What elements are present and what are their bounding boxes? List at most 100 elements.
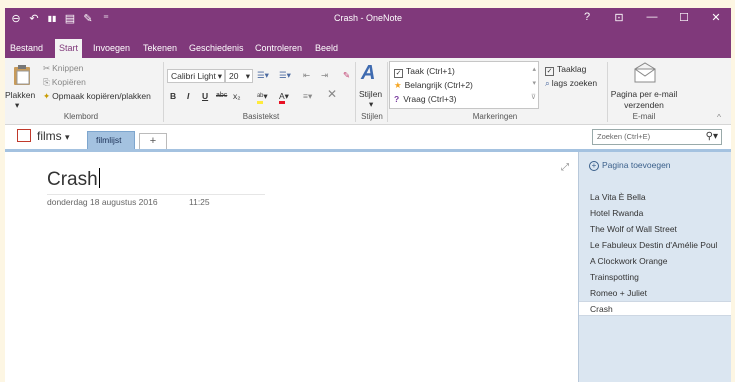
cut-button[interactable]: ✂ Knippen <box>43 62 83 74</box>
notebook-name: films <box>37 129 62 143</box>
font-name-dropdown[interactable]: Calibri Light ▾ <box>167 69 225 83</box>
tag-item-todo[interactable]: ✓ Taak (Ctrl+1) <box>394 65 455 78</box>
notebook-bar: films ▾ filmlijst + Zoeken (Ctrl+E) ⚲▾ <box>5 125 731 149</box>
tags-gallery: ✓ Taak (Ctrl+1) ★ Belangrijk (Ctrl+2) ? Vra… <box>389 61 539 109</box>
page-item[interactable]: A Clockwork Orange <box>579 254 731 269</box>
tab-bestand[interactable]: Bestand <box>6 39 47 58</box>
underline-button[interactable]: U <box>202 90 208 102</box>
find-tags-button[interactable]: ⌕ lags zoeken <box>545 77 597 89</box>
title-bar: ⊖ ↶ ▮▮ ▤ ✎ ⁼ Crash - OneNote ? ⊡ — ☐ ✕ <box>5 8 731 30</box>
add-section-button[interactable]: + <box>139 133 167 149</box>
notebook-icon <box>17 129 31 142</box>
checkbox-icon: ✓ <box>394 69 403 78</box>
tab-geschiedenis[interactable]: Geschiedenis <box>185 39 248 58</box>
email-page-button[interactable] <box>633 62 657 86</box>
highlight-button[interactable]: ᵃᵇ▾ <box>257 90 268 104</box>
font-color-icon: A <box>279 91 285 104</box>
chevron-down-icon[interactable]: ▾ <box>369 98 373 110</box>
page-item[interactable]: Hotel Rwanda <box>579 206 731 221</box>
gallery-expand-icon[interactable]: ⊽ <box>531 93 536 101</box>
paste-button[interactable] <box>11 64 35 86</box>
search-placeholder: Zoeken (Ctrl+E) <box>597 132 651 141</box>
group-label-basic-text: Basistekst <box>242 112 280 121</box>
clear-formatting-icon[interactable]: ✎ <box>343 69 350 81</box>
tab-start[interactable]: Start <box>55 39 83 58</box>
format-painter-button[interactable]: ✦ Opmaak kopiëren/plakken <box>43 90 151 102</box>
ribbon-tabs: Bestand Start Invoegen Tekenen Geschiede… <box>5 30 731 58</box>
clear-icon[interactable]: ✕ <box>327 88 337 100</box>
expand-icon[interactable]: ⤢ <box>561 162 569 173</box>
page-item[interactable]: La Vita È Bella <box>579 190 731 205</box>
group-label-tags: Markeringen <box>472 112 518 121</box>
strikethrough-button[interactable]: abc <box>216 90 227 102</box>
gallery-down-icon[interactable]: ▾ <box>532 79 536 87</box>
page-item[interactable]: Trainspotting <box>579 270 731 285</box>
page-item-selected[interactable]: Crash <box>579 301 731 316</box>
scissors-icon: ✂ <box>43 63 51 73</box>
notebook-dropdown[interactable]: films ▾ <box>17 129 70 143</box>
font-color-button[interactable]: A▾ <box>279 90 289 104</box>
font-name-value: Calibri Light <box>171 71 216 81</box>
paste-label[interactable]: Plakken <box>5 89 35 101</box>
page-item[interactable]: Le Fabuleux Destin d'Amélie Poul <box>579 238 731 253</box>
align-icon[interactable]: ≡▾ <box>303 90 312 102</box>
search-icon[interactable]: ⚲▾ <box>706 130 718 144</box>
group-label-clipboard: Klembord <box>63 112 99 121</box>
cut-label: Knippen <box>52 63 84 73</box>
tab-controleren[interactable]: Controleren <box>251 39 306 58</box>
tag-item-question[interactable]: ? Vraag (Ctrl+3) <box>394 93 457 105</box>
tab-invoegen[interactable]: Invoegen <box>89 39 134 58</box>
checkbox-icon: ✓ <box>545 67 554 76</box>
page-time: 11:25 <box>189 197 210 207</box>
tag-item-important[interactable]: ★ Belangrijk (Ctrl+2) <box>394 79 473 91</box>
numbering-button[interactable]: ☰▾ <box>279 69 291 81</box>
page-item[interactable]: Romeo + Juliet <box>579 286 731 301</box>
tag-label: Taak (Ctrl+1) <box>406 66 455 76</box>
minimize-icon[interactable]: — <box>642 11 662 23</box>
onenote-window: ⊖ ↶ ▮▮ ▤ ✎ ⁼ Crash - OneNote ? ⊡ — ☐ ✕ B… <box>5 8 731 382</box>
question-icon: ? <box>394 94 400 104</box>
font-size-dropdown[interactable]: 20 ▾ <box>225 69 253 83</box>
increase-indent-icon[interactable]: ⇥ <box>321 69 328 81</box>
envelope-icon <box>634 62 656 83</box>
email-page-label[interactable]: Pagina per e-mail verzenden <box>609 89 679 111</box>
page-title[interactable]: Crash <box>47 168 100 191</box>
star-icon: ★ <box>394 80 402 90</box>
maximize-icon[interactable]: ☐ <box>674 11 694 24</box>
styles-icon[interactable]: A <box>361 62 375 84</box>
paste-dropdown-icon[interactable]: ▾ <box>15 99 19 111</box>
section-tab-filmlijst[interactable]: filmlijst <box>87 131 135 149</box>
add-page-button[interactable]: + Pagina toevoegen <box>589 160 671 171</box>
add-page-label: Pagina toevoegen <box>602 160 671 170</box>
help-icon[interactable]: ? <box>577 11 597 23</box>
format-painter-label: Opmaak kopiëren/plakken <box>52 91 151 101</box>
tag-label: Belangrijk (Ctrl+2) <box>404 80 473 90</box>
copy-button[interactable]: ⎘ Kopiëren <box>43 76 86 88</box>
subscript-button[interactable]: x₂ <box>233 90 241 102</box>
todo-tag-label: Taaklag <box>557 64 587 74</box>
group-separator <box>163 62 164 122</box>
text-cursor <box>98 168 100 188</box>
ribbon: Plakken ▾ ✂ Knippen ⎘ Kopiëren ✦ Opmaak kop… <box>5 58 731 125</box>
tab-tekenen[interactable]: Tekenen <box>139 39 181 58</box>
bold-button[interactable]: B <box>170 90 176 102</box>
font-size-value: 20 <box>229 71 239 81</box>
italic-button[interactable]: I <box>187 90 189 102</box>
gallery-up-icon[interactable]: ▴ <box>532 65 536 73</box>
page-item[interactable]: The Wolf of Wall Street <box>579 222 731 237</box>
ribbon-options-icon[interactable]: ⊡ <box>609 11 629 24</box>
group-separator <box>355 62 356 122</box>
copy-icon: ⎘ <box>43 77 50 87</box>
tab-beeld[interactable]: Beeld <box>311 39 342 58</box>
close-icon[interactable]: ✕ <box>706 11 726 24</box>
decrease-indent-icon[interactable]: ⇤ <box>303 69 310 81</box>
search-input[interactable]: Zoeken (Ctrl+E) ⚲▾ <box>592 129 722 145</box>
bullets-button[interactable]: ☰▾ <box>257 69 269 81</box>
todo-tag-button[interactable]: ✓ Taaklag <box>545 63 586 76</box>
page-canvas[interactable]: Crash donderdag 18 augustus 2016 11:25 ⤢ <box>5 152 578 382</box>
page-date: donderdag 18 augustus 2016 <box>47 197 158 207</box>
find-tags-icon: ⌕ <box>545 78 550 88</box>
group-separator <box>387 62 388 122</box>
collapse-ribbon-icon[interactable]: ^ <box>717 111 721 123</box>
page-list-pane: + Pagina toevoegen La Vita È Bella Hotel … <box>578 152 731 382</box>
